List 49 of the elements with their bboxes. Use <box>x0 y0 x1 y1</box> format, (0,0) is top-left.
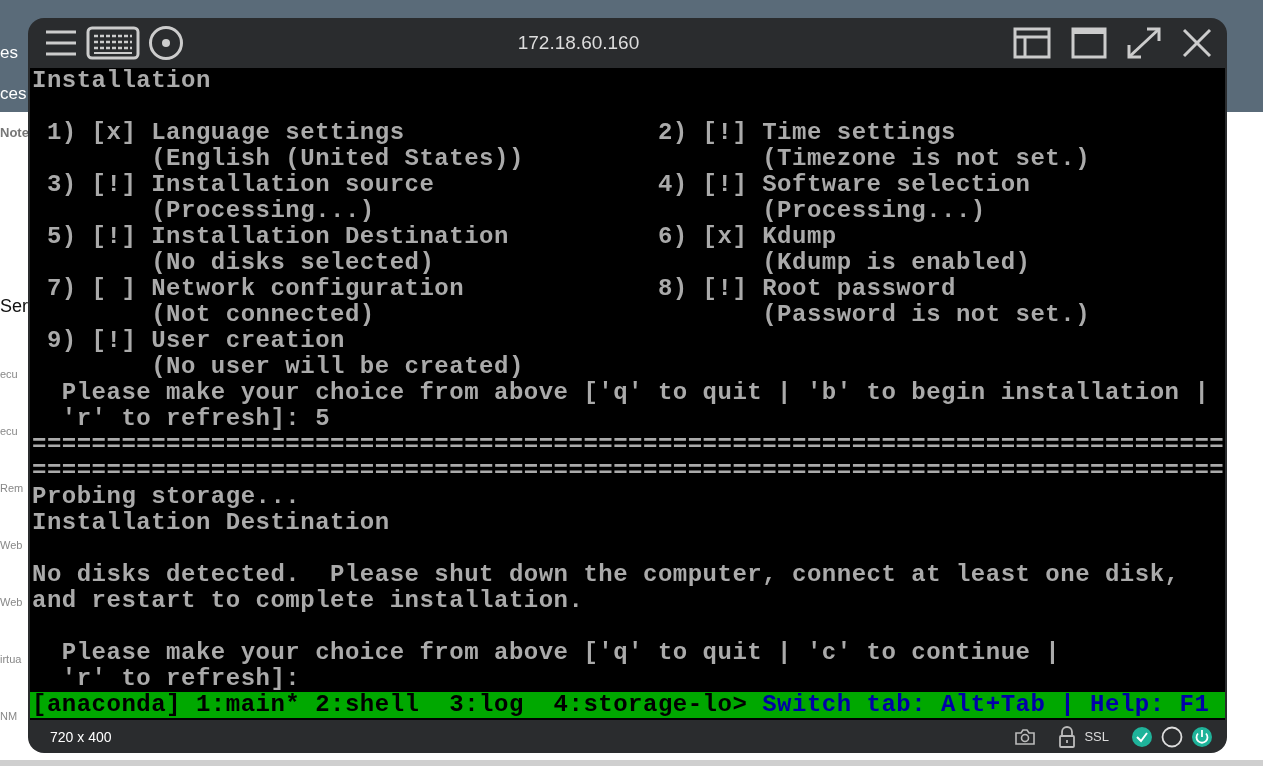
menu-item[interactable]: Web <box>0 539 23 551</box>
window-title: 172.18.60.160 <box>516 32 641 54</box>
terminal-line: (English (United States)) (Timezone is not set.) <box>150 145 1091 172</box>
menu-item[interactable]: NM <box>0 710 18 722</box>
check-circle-icon[interactable] <box>1131 725 1153 748</box>
menu-item[interactable]: ecu <box>0 368 18 380</box>
page-heading: ces <box>0 84 27 104</box>
camera-icon[interactable] <box>1014 727 1037 746</box>
menu-item[interactable]: ecu <box>0 425 18 437</box>
ssl-label: SSL <box>1084 729 1109 744</box>
terminal-line: and restart to complete installation. <box>32 587 584 614</box>
terminal-line: ================================================================================ <box>32 431 1225 458</box>
terminal-line: (No user will be created) <box>150 353 524 380</box>
fullscreen-icon[interactable] <box>1125 25 1163 61</box>
page-heading: es <box>0 43 18 63</box>
terminal-line: 9) [!] User creation <box>45 327 345 354</box>
keyboard-icon[interactable] <box>86 26 140 60</box>
section-title: Ser <box>0 296 28 317</box>
menu-item[interactable]: Web <box>0 596 23 608</box>
terminal-line: 7) [ ] Network configuration 8) [!] Root password <box>45 275 956 302</box>
lock-icon <box>1058 725 1077 748</box>
terminal-line: Installation Destination <box>32 509 390 536</box>
terminal-line: Please make your choice from above ['q' to quit | 'b' to begin installation | <box>60 379 1210 406</box>
menu-item[interactable]: Rem <box>0 482 24 494</box>
terminal-line: Please make your choice from above ['q' to quit | 'c' to continue | <box>60 639 1061 666</box>
disc-icon[interactable] <box>148 25 184 61</box>
terminal-line: Installation <box>32 68 211 94</box>
terminal-line: No disks detected. Please shut down the computer, connect at least one disk, <box>32 561 1180 588</box>
circle-icon[interactable] <box>1161 725 1183 748</box>
tab-list: [anaconda] 1:main* 2:shell 3:log 4:storage-lo> <box>32 692 748 718</box>
menu-item[interactable]: irtua <box>0 653 22 665</box>
resolution-label: 720 x 400 <box>50 728 112 745</box>
power-icon[interactable] <box>1191 725 1213 748</box>
close-icon[interactable] <box>1181 27 1213 59</box>
window-icon[interactable] <box>1071 27 1107 59</box>
terminal-line: (No disks selected) (Kdump is enabled) <box>150 249 1031 276</box>
terminal-line: Probing storage... <box>32 483 301 510</box>
layout-icon[interactable] <box>1013 27 1051 59</box>
terminal-line: 5) [!] Installation Destination 6) [x] Kdump <box>45 223 837 250</box>
terminal-line: ================================================================================ <box>32 457 1225 484</box>
help-text: Switch tab: Alt+Tab | Help: F1 <box>762 692 1210 718</box>
section-label: Note <box>0 125 29 140</box>
terminal-line: 'r' to refresh]: <box>60 665 301 692</box>
terminal-line: 1) [x] Language settings 2) [!] Time settings <box>45 119 956 146</box>
terminal-line: 3) [!] Installation source 4) [!] Software selection <box>45 171 1031 198</box>
terminal-line: 'r' to refresh]: 5 <box>60 405 331 432</box>
terminal-line: (Not connected) (Password is not set.) <box>150 301 1091 328</box>
menu-icon[interactable] <box>44 28 78 58</box>
terminal-line: (Processing...) (Processing...) <box>150 197 986 224</box>
